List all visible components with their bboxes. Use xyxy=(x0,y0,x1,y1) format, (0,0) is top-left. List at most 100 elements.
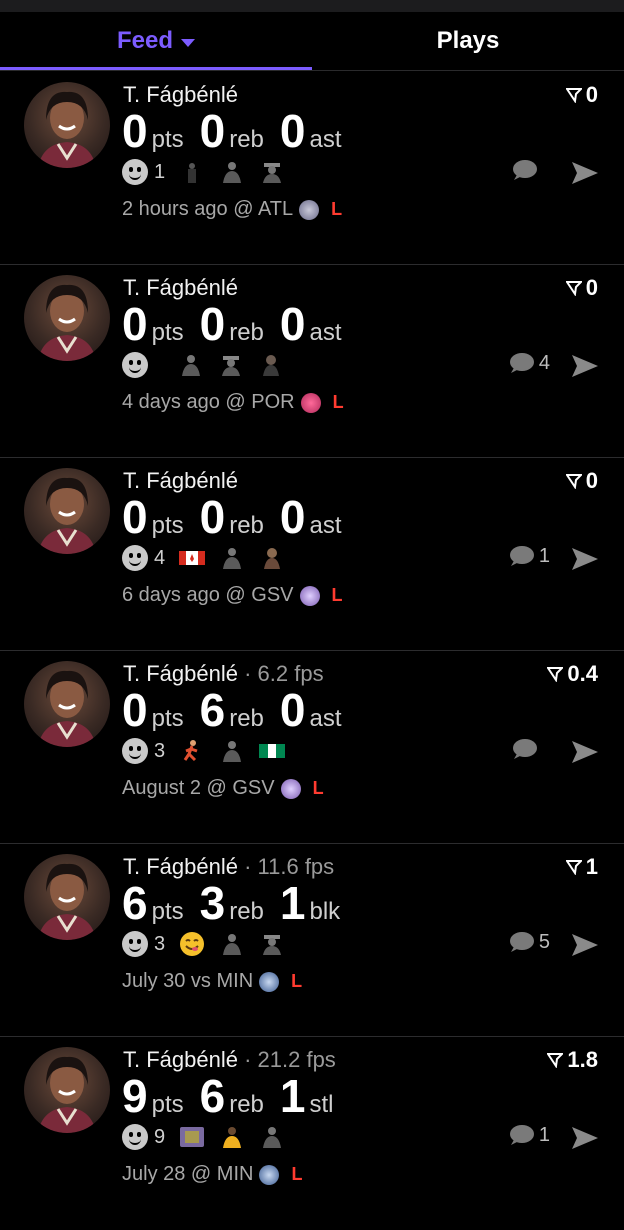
smile-icon[interactable] xyxy=(122,159,148,185)
stat-value: 0 xyxy=(279,298,306,350)
feed-card[interactable]: T. Fágbénlé 0 0 pts 0 reb 0 ast 4 1 6 days … xyxy=(0,458,624,651)
score-value: 1.8 xyxy=(567,1047,598,1072)
stat-value: 1 xyxy=(279,1070,306,1122)
reaction-count: 4 xyxy=(154,546,166,569)
reactions[interactable]: 9 xyxy=(122,1122,285,1152)
reactions[interactable] xyxy=(122,350,284,380)
comment-button[interactable] xyxy=(510,158,542,182)
stat-value: 0 xyxy=(199,298,226,350)
smile-icon[interactable] xyxy=(122,545,148,571)
avatar[interactable] xyxy=(24,275,110,361)
comment-icon xyxy=(509,932,534,952)
tab-plays-label: Plays xyxy=(436,27,500,54)
stat-line: 0 pts 0 reb 0 ast xyxy=(122,100,358,162)
avatar[interactable] xyxy=(24,854,110,940)
stat-label: pts xyxy=(151,898,184,925)
stat-label: reb xyxy=(229,1091,264,1118)
comment-button[interactable] xyxy=(510,737,542,761)
avatar[interactable] xyxy=(24,1047,110,1133)
comment-count: 4 xyxy=(538,351,550,374)
stat-value: 0 xyxy=(122,105,148,157)
stat-label: reb xyxy=(229,898,264,925)
stat-value: 0 xyxy=(279,491,306,543)
send-icon[interactable] xyxy=(570,739,600,765)
game-info[interactable]: July 30 vs MIN L xyxy=(122,970,302,993)
send-icon[interactable] xyxy=(570,932,600,958)
stat-label: ast xyxy=(309,126,342,153)
cowboy-icon xyxy=(263,163,282,183)
player-icon xyxy=(264,548,281,569)
stat-label: blk xyxy=(309,898,341,925)
coach-icon xyxy=(223,741,242,762)
send-icon[interactable] xyxy=(570,546,600,572)
game-info[interactable]: July 28 @ MIN L xyxy=(122,1163,302,1186)
score-value: 0 xyxy=(585,275,598,300)
stat-value: 0 xyxy=(279,684,306,736)
score: 1.8 xyxy=(547,1047,598,1073)
ticket-icon xyxy=(547,667,564,682)
comment-button[interactable]: 4 xyxy=(507,351,550,375)
tab-plays[interactable]: Plays xyxy=(312,12,624,70)
comment-count: 1 xyxy=(538,1123,550,1146)
runner-icon xyxy=(183,740,198,762)
reactions[interactable]: 1 xyxy=(122,157,285,187)
yum-emoji-icon xyxy=(180,932,205,956)
ticket-icon xyxy=(565,860,582,875)
smile-icon[interactable] xyxy=(122,1124,148,1150)
send-icon[interactable] xyxy=(570,160,600,186)
feed-card[interactable]: T. Fágbénlé · 6.2 fps 0.4 0 pts 6 reb 0 ast… xyxy=(0,651,624,844)
cowboy-icon xyxy=(222,356,240,376)
stat-label: pts xyxy=(151,126,184,153)
fire-logo-icon xyxy=(300,392,321,413)
feed-card[interactable]: T. Fágbénlé · 21.2 fps 1.8 9 pts 6 reb 1st… xyxy=(0,1037,624,1230)
game-time: July 30 vs MIN xyxy=(122,970,254,992)
feed-card[interactable]: T. Fágbénlé 0 0 pts 0 reb 0 ast 1 2 hours a… xyxy=(0,72,624,265)
avatar[interactable] xyxy=(24,468,110,554)
reactions[interactable]: 3 xyxy=(122,736,286,766)
score-value: 0.4 xyxy=(567,661,598,686)
game-info[interactable]: 2 hours ago @ ATL L xyxy=(122,198,342,221)
stat-label: stl xyxy=(309,1091,334,1118)
comment-button[interactable]: 1 xyxy=(507,544,550,568)
stat-label: reb xyxy=(229,512,264,539)
avatar[interactable] xyxy=(24,661,110,747)
stat-label: pts xyxy=(151,319,184,346)
stat-value: 6 xyxy=(199,684,226,736)
ticket-icon xyxy=(565,88,582,103)
person-icon xyxy=(188,163,197,183)
game-info[interactable]: 6 days ago @ GSV L xyxy=(122,584,343,607)
coach-icon xyxy=(263,1127,282,1148)
smile-icon[interactable] xyxy=(122,931,148,957)
chevron-down-icon[interactable] xyxy=(181,39,195,47)
avatar[interactable] xyxy=(24,82,110,168)
score: 0 xyxy=(565,82,598,108)
stat-label: ast xyxy=(309,319,342,346)
stat-value: 0 xyxy=(199,105,226,157)
reactions[interactable]: 3 xyxy=(122,929,285,959)
badge-icon xyxy=(180,1127,205,1147)
feed-card[interactable]: T. Fágbénlé · 11.6 fps 1 6 pts 3 reb 1 blk … xyxy=(0,844,624,1037)
coach-icon xyxy=(182,355,200,376)
reactions[interactable]: 4 xyxy=(122,543,285,573)
feed-card[interactable]: T. Fágbénlé 0 0 pts 0 reb 0 ast 4 4 days ag… xyxy=(0,265,624,458)
stat-value: 0 xyxy=(122,491,148,543)
canada-flag-icon xyxy=(179,551,206,565)
game-info[interactable]: 4 days ago @ POR L xyxy=(122,391,344,414)
score-value: 1 xyxy=(585,854,598,879)
reaction-count: 9 xyxy=(154,1125,166,1148)
valkyries-logo-icon xyxy=(280,778,301,799)
tab-feed[interactable]: Feed xyxy=(0,12,312,70)
stat-label: ast xyxy=(309,512,342,539)
send-icon[interactable] xyxy=(570,353,600,379)
comment-button[interactable]: 1 xyxy=(507,1123,550,1147)
score: 0 xyxy=(565,468,598,494)
smile-icon[interactable] xyxy=(122,352,148,378)
comment-button[interactable]: 5 xyxy=(507,930,550,954)
game-info[interactable]: August 2 @ GSV L xyxy=(122,777,324,800)
send-icon[interactable] xyxy=(570,1125,600,1151)
game-time: 6 days ago @ GSV xyxy=(122,584,294,606)
stat-label: reb xyxy=(229,705,264,732)
smile-icon[interactable] xyxy=(122,738,148,764)
stat-value: 0 xyxy=(122,684,148,736)
game-time: July 28 @ MIN xyxy=(122,1163,254,1185)
